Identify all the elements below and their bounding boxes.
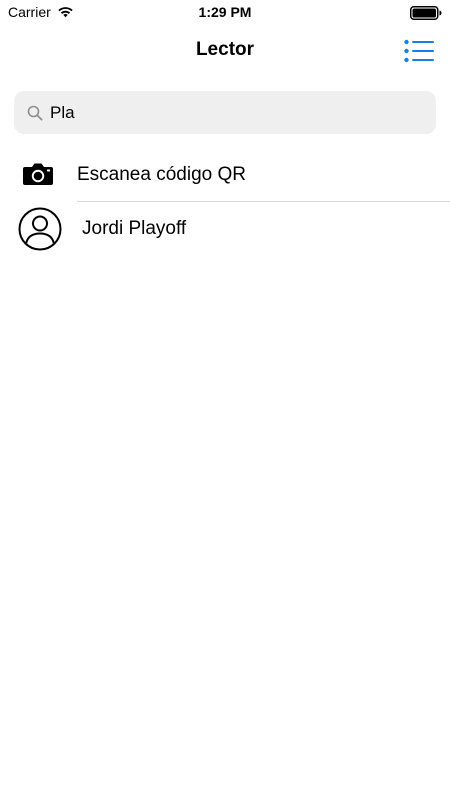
list-item-contact[interactable]: Jordi Playoff: [0, 202, 450, 256]
status-time: 1:29 PM: [198, 4, 252, 20]
list-item-label: Escanea código QR: [77, 164, 246, 185]
camera-icon: [22, 162, 54, 193]
menu-button[interactable]: [402, 36, 436, 66]
navigation-bar: Lector: [0, 24, 450, 78]
person-circle-icon: [18, 207, 62, 256]
battery-icon: [410, 6, 442, 20]
magnifier-icon: [26, 104, 44, 122]
result-list: Escanea código QR Jordi Playoff: [0, 148, 450, 256]
status-bar: Carrier 1:29 PM: [0, 0, 450, 24]
list-item-label: Jordi Playoff: [82, 218, 187, 239]
list-bullet-icon: [404, 39, 434, 63]
search-bar[interactable]: [14, 91, 436, 134]
list-item-scan-qr[interactable]: Escanea código QR: [0, 148, 450, 202]
search-input[interactable]: [50, 102, 420, 123]
page-title: Lector: [195, 39, 255, 60]
